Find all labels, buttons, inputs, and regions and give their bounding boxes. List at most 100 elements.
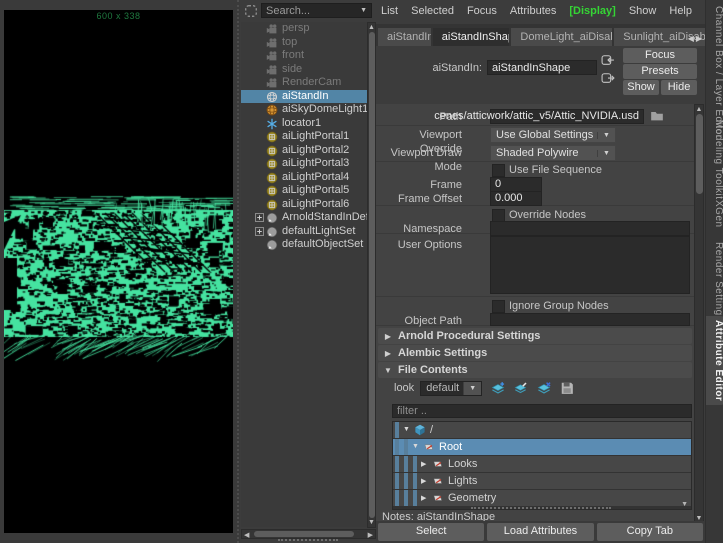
section-file-contents[interactable]: ▼ File Contents: [378, 362, 692, 378]
outliner-item-aiLightPortal1[interactable]: aiLightPortal1: [241, 130, 367, 144]
attribute-editor-scrollbar[interactable]: ▲ ▼: [694, 104, 704, 524]
usd-tree-item-Lights[interactable]: ▶ Lights: [393, 473, 691, 489]
outliner-item-defaultLightSet[interactable]: defaultLightSet: [241, 225, 367, 239]
focus-button[interactable]: Focus: [623, 48, 697, 63]
select-button[interactable]: Select: [378, 523, 484, 541]
outliner-item-label: ArnoldStandInDefault: [282, 211, 367, 225]
ignore-group-nodes-checkbox[interactable]: [492, 300, 505, 313]
viewport-override-dropdown[interactable]: Use Global Settings ▼: [490, 127, 616, 143]
outliner-item-label: locator1: [282, 117, 321, 131]
tree-indent-bar: [395, 490, 399, 506]
scroll-down-icon[interactable]: ▼: [368, 519, 375, 526]
outliner-item-side[interactable]: side: [241, 63, 367, 77]
namespace-field[interactable]: [490, 221, 690, 236]
dock-tab-render-settings[interactable]: Render Settings: [706, 242, 723, 321]
outliner-item-top[interactable]: top: [241, 36, 367, 50]
scroll-left-icon[interactable]: ◀: [244, 531, 249, 539]
dock-tab-xgen[interactable]: XGen: [706, 200, 723, 228]
tab-DomeLight_aiDisable1[interactable]: DomeLight_aiDisable1: [511, 28, 612, 46]
tree-item-label: Lights: [448, 473, 477, 489]
set-icon: [266, 239, 278, 251]
usd-tree-item-Root[interactable]: ▼Root: [393, 439, 691, 455]
panel-resize-grip[interactable]: [278, 539, 338, 541]
outliner-vertical-scrollbar[interactable]: ▲ ▼: [367, 22, 376, 528]
scroll-up-icon[interactable]: ▲: [368, 24, 375, 31]
collapse-arrow-icon[interactable]: ▶: [421, 460, 426, 468]
section-alembic-settings[interactable]: ▶ Alembic Settings: [378, 345, 692, 361]
expand-arrow-icon[interactable]: ▼: [412, 443, 419, 450]
outliner-item-RenderCam[interactable]: RenderCam: [241, 76, 367, 90]
hide-button[interactable]: Hide: [661, 80, 697, 95]
menu-help[interactable]: Help: [669, 5, 692, 17]
frame-field[interactable]: 0: [490, 177, 542, 192]
path-field[interactable]: cenes/atticwork/attic_v5/Attic_NVIDIA.us…: [490, 109, 644, 124]
outliner-filter-icon[interactable]: [244, 4, 258, 18]
outliner-item-persp[interactable]: persp: [241, 22, 367, 36]
presets-button[interactable]: Presets: [623, 64, 697, 79]
scroll-up-icon[interactable]: ▲: [695, 106, 703, 113]
menu-list[interactable]: List: [381, 5, 398, 17]
remove-look-icon[interactable]: [537, 381, 551, 395]
usd-filter-input[interactable]: filter ..: [392, 404, 692, 418]
outliner-item-aiLightPortal5[interactable]: aiLightPortal5: [241, 184, 367, 198]
outliner-item-aiLightPortal4[interactable]: aiLightPortal4: [241, 171, 367, 185]
tree-scroll-down-icon[interactable]: ▼: [681, 501, 688, 508]
dropdown-arrow-icon: ▼: [597, 132, 615, 139]
panel-divider-handle[interactable]: [237, 0, 239, 543]
dock-tab-modeling-toolkit[interactable]: Modeling Toolkit: [706, 120, 723, 200]
outliner-item-locator1[interactable]: locator1: [241, 117, 367, 131]
assign-look-icon[interactable]: [491, 381, 505, 395]
usd-tree-item-root[interactable]: ▼/: [393, 422, 691, 438]
save-look-icon[interactable]: [560, 381, 574, 395]
load-attributes-button[interactable]: Load Attributes: [487, 523, 593, 541]
outliner-item-front[interactable]: front: [241, 49, 367, 63]
section-arnold-procedural-settings[interactable]: ▶ Arnold Procedural Settings: [378, 328, 692, 344]
outliner-item-defaultObjectSet[interactable]: defaultObjectSet: [241, 238, 367, 252]
menu-show[interactable]: Show: [629, 5, 657, 17]
node-name-field[interactable]: aiStandInShape: [487, 60, 597, 75]
load-input-connections-icon[interactable]: [601, 53, 615, 66]
menu-display[interactable]: [Display]: [569, 5, 615, 17]
menu-focus[interactable]: Focus: [467, 5, 497, 17]
edit-look-icon[interactable]: [514, 381, 528, 395]
use-file-sequence-checkbox[interactable]: [492, 164, 505, 177]
show-button[interactable]: Show: [623, 80, 659, 95]
expand-plus-icon[interactable]: [255, 227, 264, 236]
collapse-arrow-icon[interactable]: ▶: [421, 477, 426, 485]
outliner-horizontal-scrollbar[interactable]: ◀ ▶: [241, 529, 376, 539]
expand-plus-icon[interactable]: [255, 213, 264, 222]
outliner-item-aiLightPortal6[interactable]: aiLightPortal6: [241, 198, 367, 212]
menu-selected[interactable]: Selected: [411, 5, 454, 17]
look-dropdown[interactable]: default ▼: [420, 381, 482, 396]
collapse-arrow-icon[interactable]: ▶: [421, 494, 426, 502]
frame-offset-field[interactable]: 0.000: [490, 191, 542, 206]
outliner-item-aiStandIn[interactable]: aiStandIn: [241, 90, 367, 104]
outliner-item-ArnoldStandInDefault[interactable]: ArnoldStandInDefault: [241, 211, 367, 225]
tab-aiStandIn[interactable]: aiStandIn: [378, 28, 431, 46]
viewport-draw-mode-dropdown[interactable]: Shaded Polywire ▼: [490, 145, 616, 161]
tab-scroll-arrows[interactable]: ◀▶: [688, 34, 704, 43]
usd-tree-item-Looks[interactable]: ▶Looks: [393, 456, 691, 472]
usd-tree-item-Geometry[interactable]: ▶Geometry: [393, 490, 691, 506]
notes-resize-grip[interactable]: [471, 507, 611, 509]
scrollbar-thumb[interactable]: [696, 114, 703, 194]
dock-tab-attribute-editor[interactable]: Attribute Editor: [706, 316, 723, 405]
load-output-connections-icon[interactable]: [601, 71, 615, 84]
expand-arrow-icon[interactable]: ▼: [403, 426, 410, 433]
scrollbar-thumb[interactable]: [369, 32, 375, 518]
user-options-textarea[interactable]: [490, 236, 690, 294]
outliner-item-aiSkyDomeLight1[interactable]: aiSkyDomeLight1: [241, 103, 367, 117]
render-viewport[interactable]: 600 x 338: [4, 10, 233, 533]
copy-tab-button[interactable]: Copy Tab: [597, 523, 703, 541]
object-path-field[interactable]: [490, 313, 690, 326]
scroll-right-icon[interactable]: ▶: [368, 531, 373, 539]
tab-aiStandInShape[interactable]: aiStandInShape: [433, 28, 510, 46]
outliner-item-aiLightPortal3[interactable]: aiLightPortal3: [241, 157, 367, 171]
outliner-search-input[interactable]: Search... ▼: [261, 3, 372, 18]
search-dropdown-icon[interactable]: ▼: [360, 7, 367, 14]
browse-folder-icon[interactable]: [650, 109, 664, 123]
scrollbar-thumb[interactable]: [254, 531, 354, 537]
dock-tab-channel-box-layer-editor[interactable]: Channel Box / Layer Editor: [706, 6, 723, 139]
menu-attributes[interactable]: Attributes: [510, 5, 556, 17]
outliner-item-aiLightPortal2[interactable]: aiLightPortal2: [241, 144, 367, 158]
